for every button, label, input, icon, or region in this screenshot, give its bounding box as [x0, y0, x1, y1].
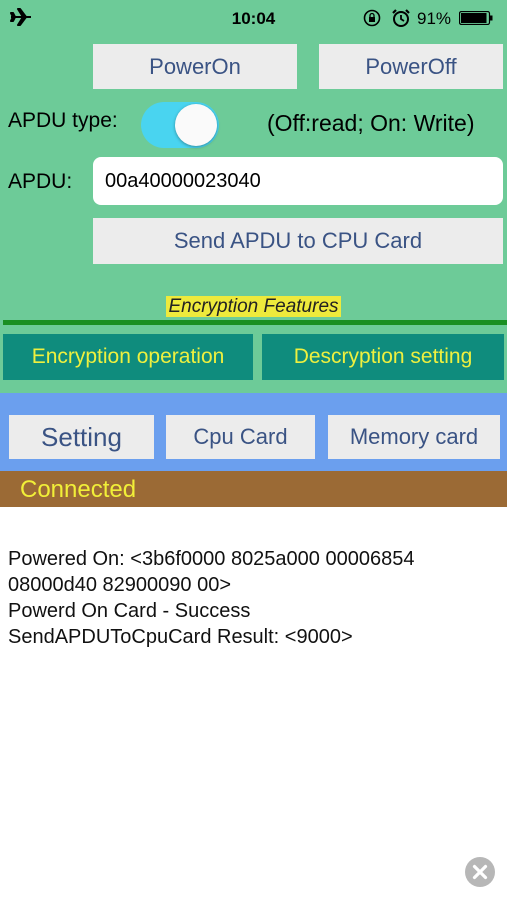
battery-percent: 91%	[417, 9, 452, 28]
encryption-features-text: Encryption Features	[166, 296, 341, 317]
alarm-icon	[392, 9, 410, 27]
log-line: Powered On: <3b6f0000 8025a000 00006854	[8, 548, 415, 570]
encryption-operation-button[interactable]: Encryption operation	[3, 334, 253, 380]
tab-cpu-card[interactable]: Cpu Card	[166, 415, 315, 459]
status-bar: 10:04 91%	[0, 0, 507, 36]
clear-log-button[interactable]	[465, 857, 495, 887]
apdu-type-hint: (Off:read; On: Write)	[267, 110, 475, 136]
log-line: 08000d40 82900090 00>	[8, 574, 232, 596]
log-output: Powered On: <3b6f0000 8025a000 00006854 …	[8, 546, 503, 650]
section-divider	[3, 320, 507, 325]
tab-memory-card[interactable]: Memory card	[328, 415, 500, 459]
apdu-type-toggle[interactable]	[141, 102, 219, 148]
apdu-label: APDU:	[8, 170, 73, 193]
log-line: Powerd On Card - Success	[8, 600, 251, 622]
close-icon	[472, 864, 488, 880]
descryption-setting-button[interactable]: Descryption setting	[262, 334, 504, 380]
apdu-type-label: APDU type:	[8, 109, 118, 132]
log-line: SendAPDUToCpuCard Result: <9000>	[8, 626, 353, 648]
toggle-knob	[175, 104, 217, 146]
tab-setting[interactable]: Setting	[9, 415, 154, 459]
apdu-input[interactable]	[93, 157, 503, 205]
send-apdu-button[interactable]: Send APDU to CPU Card	[93, 218, 503, 264]
power-on-button[interactable]: PowerOn	[93, 44, 297, 89]
power-off-button[interactable]: PowerOff	[319, 44, 503, 89]
encryption-features-title: Encryption Features	[0, 296, 507, 318]
connection-bar: Connected	[0, 471, 507, 507]
rotation-lock-icon	[363, 9, 381, 27]
connection-status: Connected	[20, 476, 137, 503]
battery-icon	[459, 11, 493, 25]
